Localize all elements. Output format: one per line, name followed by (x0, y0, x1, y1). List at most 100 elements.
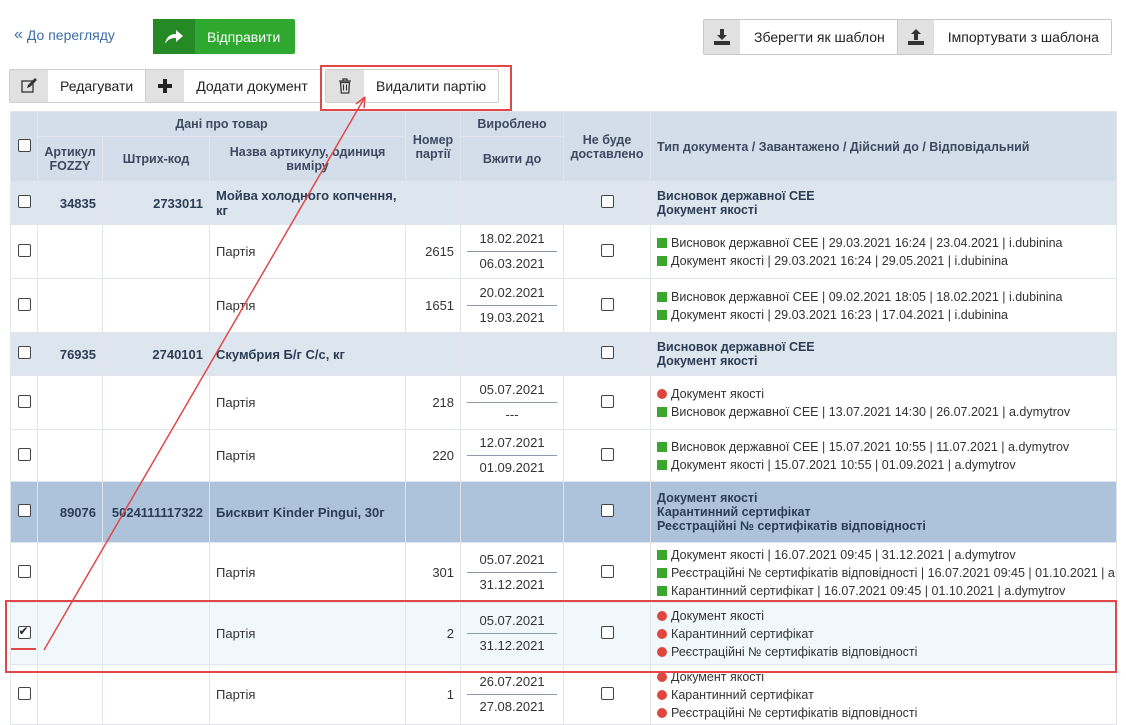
save-as-template-button[interactable]: Зберегти як шаблон (704, 20, 897, 54)
produced-date: 18.02.2021 (467, 227, 558, 252)
batch-label: Партія (208, 278, 407, 333)
document-text: Висновок державної СЕЕ | 29.03.2021 16:2… (671, 235, 1063, 250)
save-as-template-label: Зберегти як шаблон (754, 29, 885, 45)
delete-batch-button[interactable]: Видалити партію (326, 70, 498, 102)
status-ok-icon (657, 549, 668, 560)
doc-type: Висновок державної СЕЕ (657, 340, 815, 354)
barcode-cell: 2740101 (102, 332, 210, 376)
select-all-checkbox[interactable] (17, 138, 31, 152)
produced-header: Вироблено (460, 111, 565, 137)
batch-row[interactable]: Партія 2615 18.02.2021 06.03.2021 Висново… (10, 224, 1118, 279)
row-checkbox[interactable] (17, 195, 31, 208)
status-ok-icon (657, 255, 668, 266)
document-text: Реєстраційні № сертифікатів відповідност… (671, 565, 1116, 580)
back-to-view-link[interactable]: « До перегляду (14, 26, 115, 44)
download-icon (704, 20, 740, 54)
product-row[interactable]: 76935 2740101 Скумбрия Б/г С/с, кг Висно… (10, 332, 1118, 376)
document-text: Висновок державної СЕЕ | 09.02.2021 18:0… (671, 289, 1063, 304)
batch-row[interactable]: Партія 220 12.07.2021 01.09.2021 Висновок… (10, 429, 1118, 482)
not-delivered-checkbox[interactable] (600, 243, 614, 257)
doc-type: Карантинний сертифікат (657, 505, 811, 519)
document-item[interactable]: Карантинний сертифікат (657, 686, 1110, 704)
barcode-cell: 5024111117322 (102, 481, 210, 543)
document-item[interactable]: Висновок державної СЕЕ | 15.07.2021 10:5… (657, 438, 1110, 456)
document-item[interactable]: Реєстраційні № сертифікатів відповідност… (657, 704, 1110, 722)
article-header: Артикул FOZZY (37, 136, 103, 182)
not-delivered-checkbox[interactable] (600, 346, 614, 359)
batch-label: Партія (208, 542, 407, 603)
document-item[interactable]: Карантинний сертифікат | 16.07.2021 09:4… (657, 582, 1110, 600)
batch-row[interactable]: Партія 218 05.07.2021 --- Документ якості… (10, 375, 1118, 430)
document-item[interactable]: Документ якості | 15.07.2021 10:55 | 01.… (657, 456, 1110, 474)
document-text: Реєстраційні № сертифікатів відповідност… (671, 705, 918, 720)
batch-number: 2615 (405, 224, 462, 279)
barcode-header: Штрих-код (102, 136, 210, 182)
document-item[interactable]: Документ якості | 16.07.2021 09:45 | 31.… (657, 546, 1110, 564)
send-label: Відправити (207, 28, 281, 45)
use-by-date: 27.08.2021 (479, 699, 545, 714)
not-delivered-checkbox[interactable] (600, 297, 614, 311)
status-ok-icon (657, 567, 668, 578)
batch-number: 301 (405, 542, 462, 603)
status-ok-icon (657, 309, 668, 320)
not-delivered-checkbox[interactable] (600, 394, 614, 408)
row-checkbox[interactable] (17, 564, 31, 578)
document-text: Документ якості | 15.07.2021 10:55 | 01.… (671, 457, 1016, 472)
produced-date: 05.07.2021 (467, 548, 558, 573)
use-by-date: 06.03.2021 (479, 256, 545, 271)
not-delivered-checkbox[interactable] (600, 686, 614, 700)
document-text: Карантинний сертифікат | 16.07.2021 09:4… (671, 583, 1066, 598)
barcode-cell: 2733011 (102, 181, 210, 225)
document-item[interactable]: Документ якості (657, 385, 1110, 403)
row-checkbox[interactable] (17, 686, 31, 700)
document-text: Висновок державної СЕЕ | 13.07.2021 14:3… (671, 404, 1071, 419)
add-document-label: Додати документ (196, 78, 308, 94)
select-all-header (10, 111, 38, 182)
batch-row[interactable]: Партія 1 26.07.2021 27.08.2021 Документ я… (10, 664, 1118, 725)
document-item[interactable]: Документ якості | 29.03.2021 16:24 | 29.… (657, 252, 1110, 270)
product-row[interactable]: 89076 5024111117322 Бисквит Kinder Pingu… (10, 481, 1118, 543)
product-group-header: Дані про товар (36, 111, 407, 137)
not-delivered-checkbox[interactable] (600, 447, 614, 461)
document-text: Документ якості | 16.07.2021 09:45 | 31.… (671, 547, 1016, 562)
doc-type: Реєстраційні № сертифікатів відповідност… (657, 519, 926, 533)
doc-type: Документ якості (657, 203, 758, 217)
edit-toolbar: Редагувати Додати документ (9, 69, 321, 103)
not-delivered-checkbox[interactable] (600, 564, 614, 578)
status-ok-icon (657, 459, 668, 470)
row-checkbox[interactable] (17, 243, 31, 257)
document-item[interactable]: Висновок державної СЕЕ | 13.07.2021 14:3… (657, 403, 1110, 421)
document-item[interactable]: Реєстраційні № сертифікатів відповідност… (657, 564, 1116, 582)
doc-type: Документ якості (657, 491, 758, 505)
use-by-date: --- (505, 407, 519, 422)
template-actions: Зберегти як шаблон Імпортувати з шаблона (703, 19, 1112, 55)
document-item[interactable]: Документ якості | 29.03.2021 16:23 | 17.… (657, 306, 1110, 324)
batch-number: 1651 (405, 278, 462, 333)
row-checkbox[interactable] (17, 346, 31, 359)
batch-row[interactable]: Партія 1651 20.02.2021 19.03.2021 Висново… (10, 278, 1118, 333)
row-checkbox[interactable] (17, 297, 31, 311)
batch-label: Партія (208, 429, 407, 482)
delete-batch-group: Видалити партію (325, 69, 500, 103)
product-row[interactable]: 34835 2733011 Мойва холодного копчення, … (10, 181, 1118, 225)
row-checkbox[interactable] (17, 394, 31, 408)
row-checkbox[interactable] (17, 447, 31, 461)
document-text: Документ якості | 29.03.2021 16:24 | 29.… (671, 253, 1009, 268)
not-delivered-checkbox[interactable] (600, 195, 614, 208)
batch-header: Номер партії (405, 111, 462, 182)
add-document-button[interactable]: Додати документ (145, 70, 320, 102)
batch-row[interactable]: Партія 301 05.07.2021 31.12.2021 Документ… (10, 542, 1118, 603)
delete-batch-label: Видалити партію (376, 78, 487, 94)
share-arrow-icon (153, 19, 195, 54)
send-button[interactable]: Відправити (153, 19, 295, 54)
edit-button[interactable]: Редагувати (10, 70, 145, 102)
document-item[interactable]: Висновок державної СЕЕ | 29.03.2021 16:2… (657, 234, 1110, 252)
import-template-button[interactable]: Імпортувати з шаблона (896, 20, 1111, 54)
produced-date: 05.07.2021 (467, 378, 558, 403)
row-checkbox[interactable] (17, 504, 31, 517)
document-item[interactable]: Висновок державної СЕЕ | 09.02.2021 18:0… (657, 288, 1110, 306)
batch-number: 220 (405, 429, 462, 482)
document-text: Документ якості (671, 386, 765, 401)
status-missing-icon (657, 707, 668, 718)
not-delivered-checkbox[interactable] (600, 504, 614, 517)
